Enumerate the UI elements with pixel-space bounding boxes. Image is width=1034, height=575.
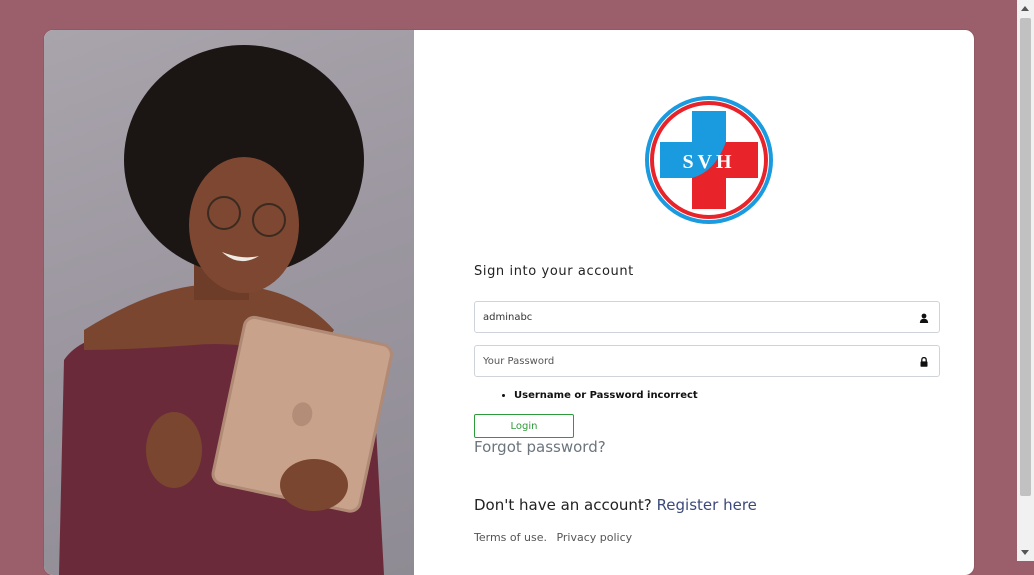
- error-list: Username or Password incorrect: [474, 390, 698, 401]
- password-field[interactable]: [474, 345, 940, 377]
- scrollbar-thumb[interactable]: [1020, 18, 1031, 496]
- logo-text: SVH: [682, 151, 735, 173]
- password-input[interactable]: [475, 346, 939, 376]
- user-icon: [919, 313, 929, 323]
- register-prompt: Don't have an account? Register here: [474, 496, 757, 514]
- terms-link[interactable]: Terms of use.: [474, 531, 547, 544]
- login-button[interactable]: Login: [474, 414, 574, 438]
- register-link[interactable]: Register here: [657, 496, 757, 514]
- footer-links: Terms of use. Privacy policy: [474, 531, 638, 544]
- login-form-area: SVH Sign into your account Username or P…: [414, 30, 974, 575]
- username-field[interactable]: [474, 301, 940, 333]
- page-title: Sign into your account: [474, 264, 634, 279]
- scroll-down-icon[interactable]: [1021, 550, 1029, 555]
- svh-logo: SVH: [645, 92, 773, 230]
- hero-photo: [44, 30, 414, 575]
- forgot-password-link[interactable]: Forgot password?: [474, 438, 606, 456]
- error-message: Username or Password incorrect: [514, 390, 698, 401]
- lock-icon: [920, 357, 928, 367]
- privacy-link[interactable]: Privacy policy: [556, 531, 632, 544]
- page-scrollbar[interactable]: [1017, 0, 1034, 561]
- username-input[interactable]: [475, 302, 939, 332]
- login-card: SVH Sign into your account Username or P…: [44, 30, 974, 575]
- scroll-up-icon[interactable]: [1021, 6, 1029, 11]
- register-prompt-text: Don't have an account?: [474, 496, 652, 514]
